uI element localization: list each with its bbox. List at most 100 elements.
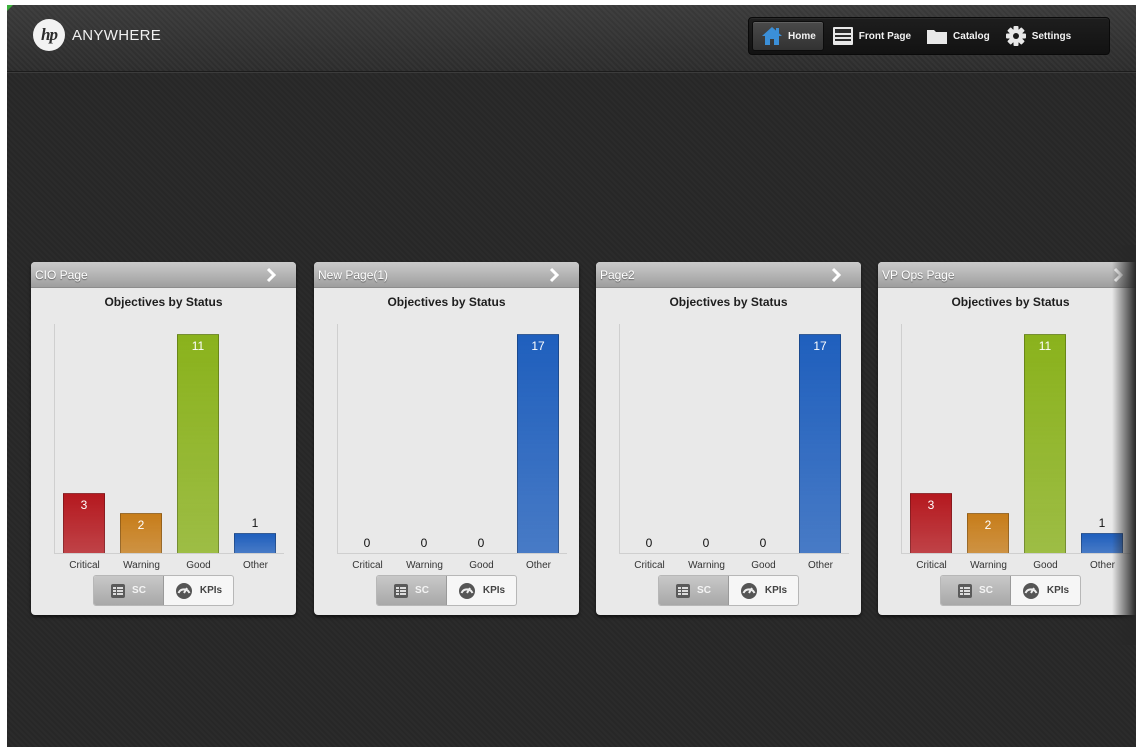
category-label: Other — [807, 560, 833, 571]
bar-value-label: 0 — [702, 536, 710, 550]
bar-value-label: 0 — [645, 536, 653, 550]
category-label: Good — [186, 560, 211, 571]
view-toggle: SC KPIs — [940, 575, 1081, 606]
kpis-label: KPIs — [482, 585, 506, 596]
sc-toggle-button[interactable]: SC — [941, 576, 1011, 605]
y-axis — [337, 324, 338, 553]
x-axis — [901, 553, 1131, 554]
top-bar: hp ANYWHERE Home Front Page Catalog Sett… — [7, 5, 1136, 72]
status-bar-chart: 3 Critical 2 Warning 11 Good 1 Other — [31, 262, 296, 615]
list-icon — [958, 583, 973, 598]
bar-value-label: 3 — [80, 498, 88, 512]
kpis-toggle-button[interactable]: KPIs — [729, 576, 798, 605]
bar-value-label: 0 — [363, 536, 371, 550]
nav-catalog-button[interactable]: Catalog — [918, 21, 997, 51]
category-label: Warning — [406, 560, 443, 571]
app-window: hp ANYWHERE Home Front Page Catalog Sett… — [7, 5, 1136, 747]
bar-value-label: 17 — [813, 339, 827, 353]
gauge-icon — [740, 582, 757, 599]
page-cards: CIO Page Objectives by Status 3 Critical 2… — [7, 262, 1136, 617]
category-label: Critical — [634, 560, 665, 571]
category-label: Warning — [970, 560, 1007, 571]
x-axis — [54, 553, 284, 554]
sc-toggle-button[interactable]: SC — [94, 576, 164, 605]
sc-label: SC — [979, 585, 993, 596]
brand[interactable]: hp ANYWHERE — [33, 19, 161, 51]
main-nav: Home Front Page Catalog Settings — [748, 17, 1110, 55]
category-label: Warning — [688, 560, 725, 571]
bar-value-label: 17 — [531, 339, 545, 353]
category-label: Critical — [352, 560, 383, 571]
folder-icon — [927, 30, 948, 44]
page-card[interactable]: CIO Page Objectives by Status 3 Critical 2… — [31, 262, 296, 615]
nav-settings-button[interactable]: Settings — [997, 21, 1078, 51]
sc-label: SC — [697, 585, 711, 596]
view-toggle: SC KPIs — [658, 575, 799, 606]
sc-toggle-button[interactable]: SC — [377, 576, 447, 605]
category-label: Warning — [123, 560, 160, 571]
kpis-toggle-button[interactable]: KPIs — [447, 576, 516, 605]
gauge-icon — [1022, 582, 1039, 599]
status-bar-chart: 0 Critical 0 Warning 0 Good 17 Other — [596, 262, 861, 615]
sc-label: SC — [132, 585, 146, 596]
gear-icon — [1005, 26, 1026, 46]
kpis-label: KPIs — [764, 585, 788, 596]
view-toggle: SC KPIs — [93, 575, 234, 606]
view-toggle: SC KPIs — [376, 575, 517, 606]
x-axis — [337, 553, 567, 554]
bar-other[interactable] — [799, 334, 841, 553]
nav-settings-label: Settings — [1031, 30, 1072, 42]
bar-value-label: 11 — [1038, 339, 1052, 353]
status-bar-chart: 0 Critical 0 Warning 0 Good 17 Other — [314, 262, 579, 615]
bar-other[interactable] — [234, 533, 276, 553]
sc-label: SC — [415, 585, 429, 596]
category-label: Good — [469, 560, 494, 571]
bar-value-label: 11 — [191, 339, 205, 353]
sc-toggle-button[interactable]: SC — [659, 576, 729, 605]
y-axis — [619, 324, 620, 553]
nav-home-label: Home — [788, 30, 816, 42]
category-label: Good — [751, 560, 776, 571]
nav-catalog-label: Catalog — [953, 30, 990, 42]
category-label: Critical — [69, 560, 100, 571]
corner-marker — [7, 5, 13, 11]
bar-value-label: 1 — [251, 516, 259, 530]
nav-home-button[interactable]: Home — [752, 21, 824, 51]
front-page-icon — [832, 27, 853, 45]
kpis-toggle-button[interactable]: KPIs — [164, 576, 233, 605]
kpis-toggle-button[interactable]: KPIs — [1011, 576, 1080, 605]
list-icon — [111, 583, 126, 598]
nav-front-page-label: Front Page — [858, 30, 912, 42]
y-axis — [901, 324, 902, 553]
bar-value-label: 0 — [759, 536, 767, 550]
category-label: Good — [1033, 560, 1058, 571]
gauge-icon — [175, 582, 192, 599]
category-label: Other — [242, 560, 268, 571]
x-axis — [619, 553, 849, 554]
status-bar-chart: 3 Critical 2 Warning 11 Good 1 Other — [878, 262, 1136, 615]
page-card[interactable]: Page2 Objectives by Status 0 Critical 0 War… — [596, 262, 861, 615]
scroll-edge-shadow — [1112, 245, 1136, 645]
list-icon — [676, 583, 691, 598]
bar-value-label: 0 — [477, 536, 485, 550]
category-label: Other — [525, 560, 551, 571]
bar-good[interactable] — [1024, 334, 1066, 553]
bar-other[interactable] — [517, 334, 559, 553]
page-card[interactable]: VP Ops Page Objectives by Status 3 Critic… — [878, 262, 1136, 615]
home-icon — [762, 27, 782, 45]
kpis-label: KPIs — [199, 585, 223, 596]
gauge-icon — [458, 582, 475, 599]
bar-value-label: 0 — [420, 536, 428, 550]
bar-value-label: 3 — [927, 498, 935, 512]
page-card[interactable]: New Page(1) Objectives by Status 0 Critic… — [314, 262, 579, 615]
list-icon — [394, 583, 409, 598]
app-title: ANYWHERE — [72, 26, 162, 44]
bar-good[interactable] — [177, 334, 219, 553]
nav-front-page-button[interactable]: Front Page — [824, 21, 918, 51]
hp-logo: hp — [33, 19, 65, 51]
kpis-label: KPIs — [1046, 585, 1070, 596]
category-label: Critical — [916, 560, 947, 571]
bar-value-label: 2 — [984, 518, 992, 532]
y-axis — [54, 324, 55, 553]
bar-value-label: 2 — [137, 518, 145, 532]
